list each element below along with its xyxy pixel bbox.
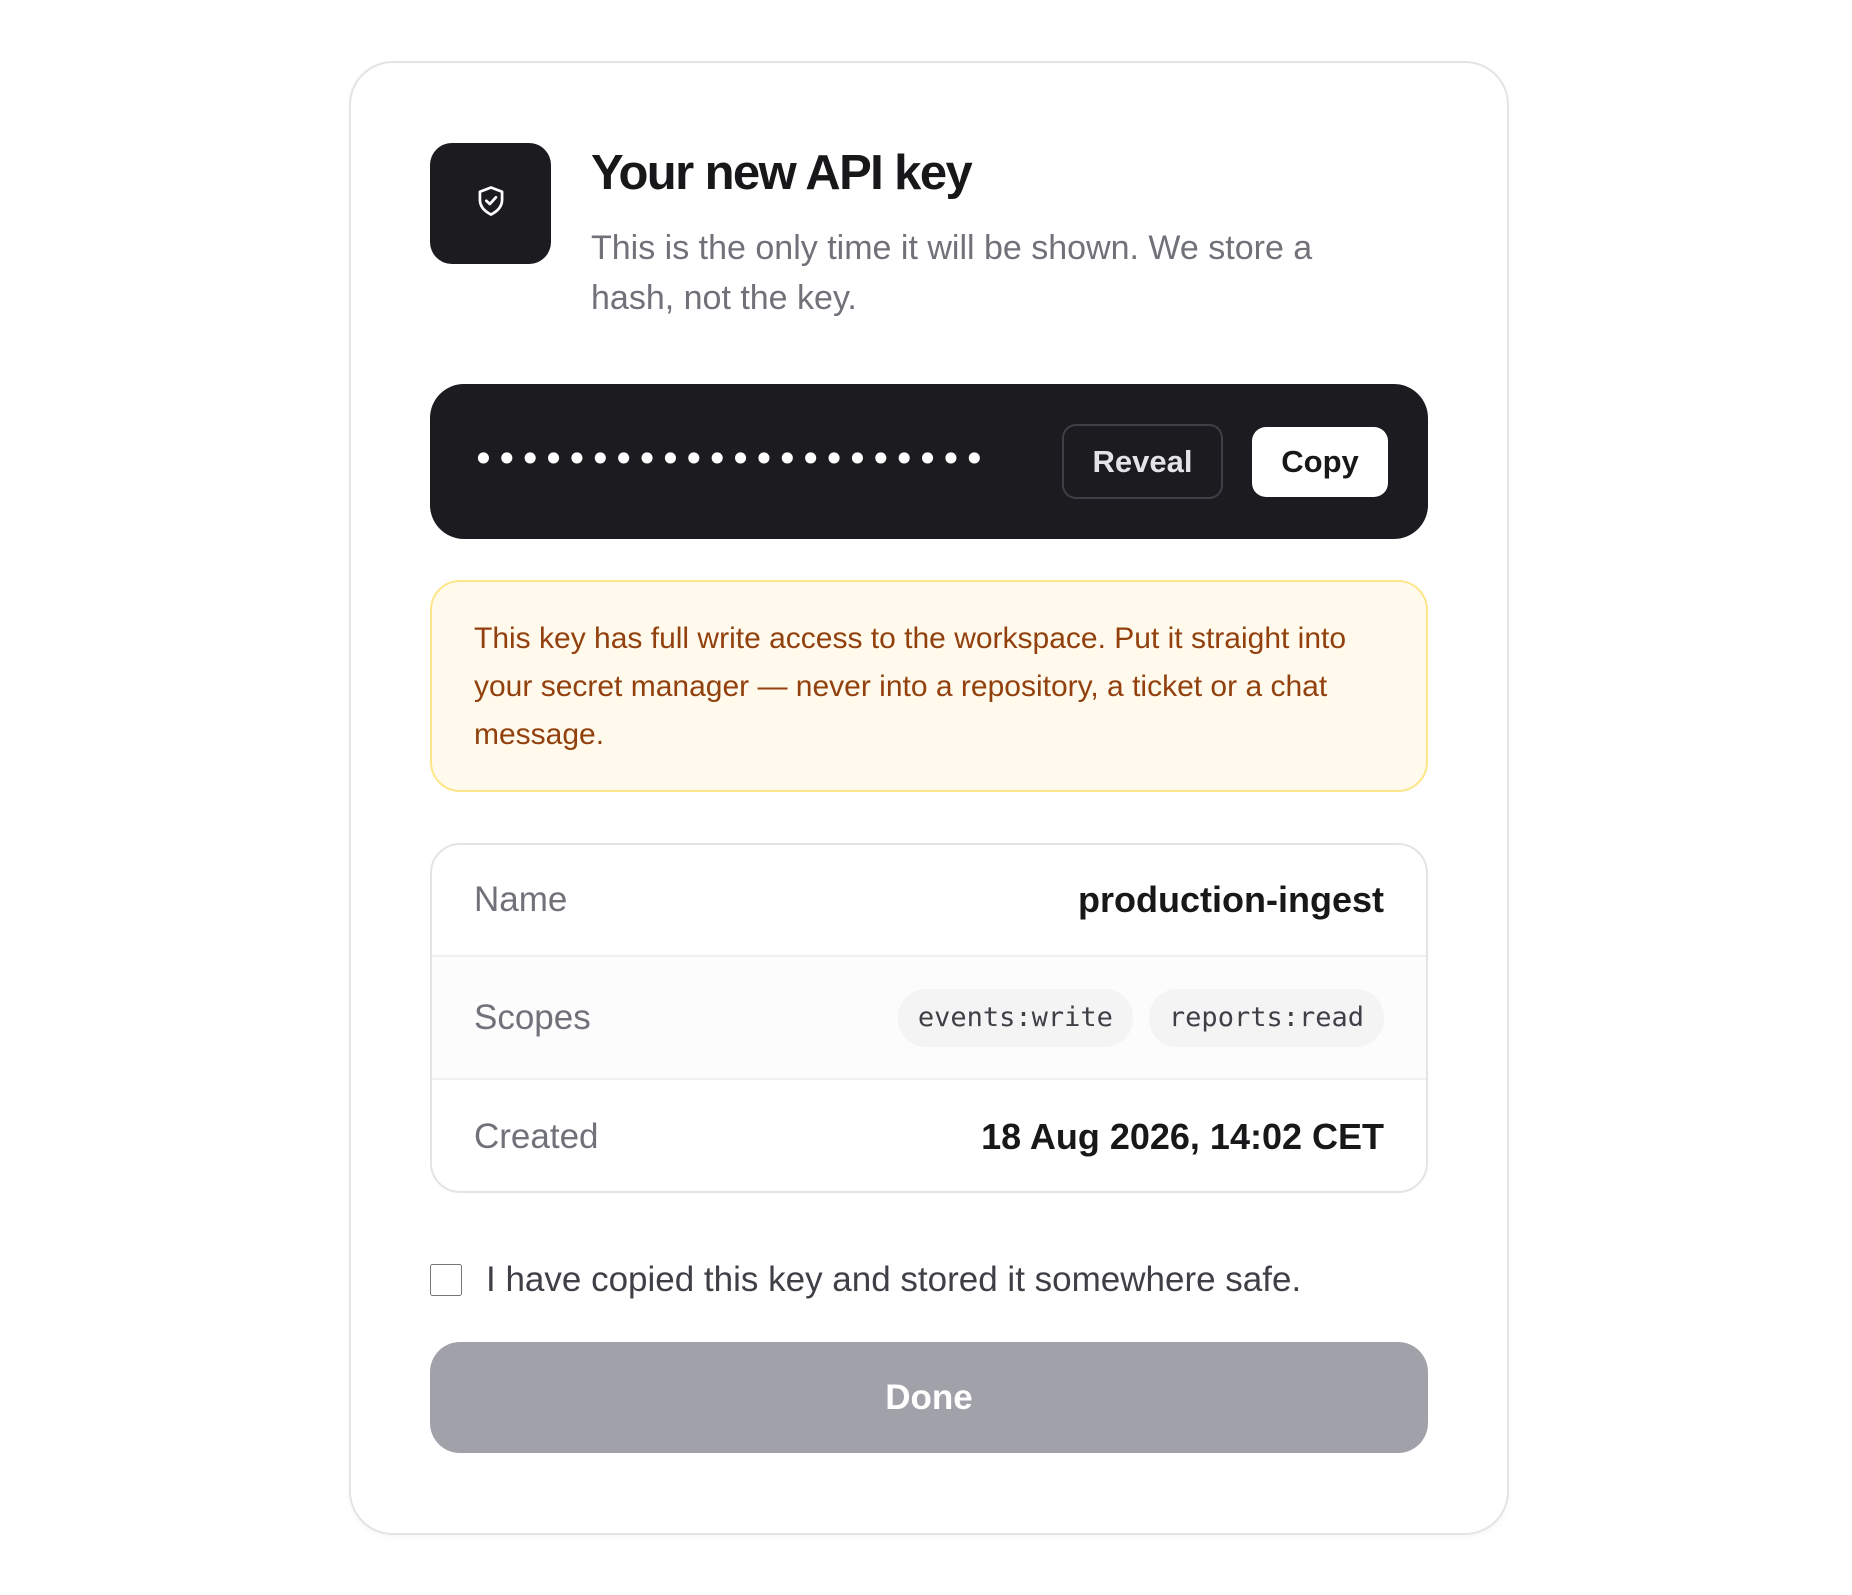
done-button[interactable]: Done [430,1342,1428,1453]
confirm-label[interactable]: I have copied this key and stored it som… [486,1260,1301,1300]
reveal-button[interactable]: Reveal [1062,424,1223,499]
masked-api-key: •••••••••••••••••••••••••••••••••••••• [472,437,982,481]
created-label: Created [474,1116,599,1156]
dialog-title: Your new API key [591,146,973,200]
confirm-row[interactable]: I have copied this key and stored it som… [430,1255,1428,1305]
detail-row-created: Created 18 Aug 2026, 14:02 CET [432,1080,1426,1191]
scope-chip: reports:read [1148,988,1384,1047]
warning-callout: This key has full write access to the wo… [430,580,1428,792]
shield-check-icon [476,185,506,222]
confirm-checkbox[interactable] [430,1264,462,1296]
scopes-label: Scopes [474,997,591,1037]
scope-chips: events:write reports:read [897,988,1384,1047]
copy-button[interactable]: Copy [1252,427,1388,497]
warning-text: This key has full write access to the wo… [474,622,1347,751]
dialog-header: Your new API key This is the only time i… [430,143,1428,323]
detail-row-scopes: Scopes events:write reports:read [432,957,1426,1080]
dialog-subtitle: This is the only time it will be shown. … [591,229,1313,317]
detail-row-name: Name production-ingest [432,845,1426,957]
shield-tile [430,143,551,264]
name-label: Name [474,880,568,919]
api-key-bar: •••••••••••••••••••••••••••••••••••••• R… [430,384,1428,539]
key-details-table: Name production-ingest Scopes events:wri… [430,843,1428,1193]
name-value: production-ingest [1078,879,1384,920]
created-value: 18 Aug 2026, 14:02 CET [981,1115,1384,1157]
scope-chip: events:write [897,988,1133,1047]
